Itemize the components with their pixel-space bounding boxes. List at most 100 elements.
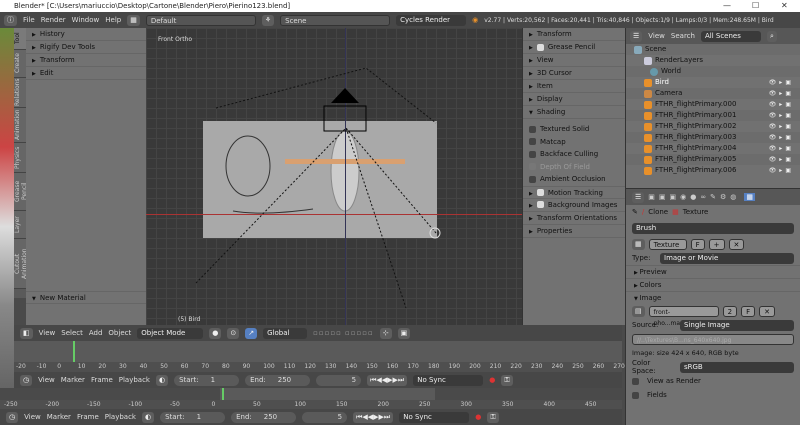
texture-context-label[interactable]: Texture [683,208,709,216]
timeline-area[interactable] [14,341,622,362]
n-section-display[interactable]: ▶ Display [523,93,625,106]
clone-label[interactable]: Clone [648,208,668,216]
layers-grid[interactable]: ▫▫▫▫▫ ▫▫▫▫▫ [313,329,374,337]
outliner-row[interactable]: FTHR_flightPrimary.005 👁▸▣ [626,154,800,165]
render-engine-select[interactable]: Cycles Render [396,14,467,26]
tab-cutout-animation[interactable]: Cutout Animation [14,239,28,289]
start-frame-field[interactable]: Start: 1 [160,411,226,423]
n-section-motion-tracking[interactable]: ▶ Motion Tracking [523,185,625,199]
editor-type-icon[interactable]: ⓘ [4,14,17,26]
n-section-view[interactable]: ▶ View [523,54,625,67]
outliner-row-camera[interactable]: Camera 👁▸▣ [626,88,800,99]
outliner-row[interactable]: FTHR_flightPrimary.000 👁▸▣ [626,99,800,110]
keying-icon[interactable]: ⚿ [501,374,513,386]
menu-playback[interactable]: Playback [105,413,136,421]
matcap-checkbox[interactable]: Matcap [523,136,625,149]
texture-tab-icon[interactable]: ▦ [744,193,756,201]
outliner-row-renderlayers[interactable]: RenderLayers [626,55,800,66]
menu-frame[interactable]: Frame [77,413,99,421]
transform-orientation-select[interactable]: Global [263,327,308,339]
image-users-count[interactable]: 2 [722,305,738,317]
close-button[interactable]: ✕ [781,0,788,12]
menu-object[interactable]: Object [108,329,131,337]
image-filepath-field[interactable]: //..\Textures\B...ns_640x640.jpg [632,333,794,345]
outliner-row[interactable]: FTHR_flightPrimary.003 👁▸▣ [626,132,800,143]
sync-select[interactable]: No Sync [399,411,470,423]
snap-icon[interactable]: ⊹ [379,327,392,339]
texture-browse-icon[interactable]: ▦ [632,238,645,250]
pivot-icon[interactable]: ⊙ [227,327,240,339]
outliner-view-menu[interactable]: View [648,32,665,40]
texture-type-select[interactable]: Image or Movie [660,252,794,264]
current-frame-field[interactable]: 5 [302,411,348,423]
manipulator-icon[interactable]: ↗ [245,327,258,339]
tab-physics[interactable]: Physics [14,143,26,173]
outliner-row-scene[interactable]: Scene [626,44,800,55]
image-browse-icon[interactable]: ▤ [632,305,645,317]
outliner-row-world[interactable]: World [626,66,800,77]
n-section-3d-cursor[interactable]: ▶ 3D Cursor [523,67,625,80]
menu-view[interactable]: View [24,413,41,421]
record-icon[interactable]: ● [489,376,495,384]
tab-animation[interactable]: Animation [14,108,26,143]
layout-icon[interactable]: ▦ [127,14,140,26]
menu-view[interactable]: View [39,329,56,337]
menu-add[interactable]: Add [89,329,103,337]
n-section-shading[interactable]: ▼ Shading [523,106,625,119]
panel-transform[interactable]: ▶ Transform [26,54,146,67]
source-select[interactable]: Single Image [680,319,794,331]
view-as-render-checkbox[interactable]: View as Render [626,374,800,388]
n-section-grease-pencil[interactable]: ▶ Grease Pencil [523,41,625,54]
ambient-occlusion-checkbox[interactable]: Ambient Occlusion [523,173,625,186]
current-frame-field[interactable]: 5 [316,374,362,386]
panel-rigify-dev-tools[interactable]: ▶ Rigify Dev Tools [26,41,146,54]
outliner-row[interactable]: FTHR_flightPrimary.002 👁▸▣ [626,121,800,132]
3d-viewport[interactable]: Front Ortho (5) Bird [146,28,522,325]
outliner-editor-icon[interactable]: ☰ [630,30,643,42]
menu-file[interactable]: File [23,16,35,24]
depth-of-field-checkbox[interactable]: Depth Of Field [523,161,625,174]
end-frame-field[interactable]: End: 250 [231,411,297,423]
fake-user-button[interactable]: F [690,238,705,250]
tab-create[interactable]: Create [14,50,26,78]
sync-select[interactable]: No Sync [413,374,484,386]
section-colors[interactable]: ▶ Colors [626,278,800,291]
scene-field[interactable]: Scene [280,14,391,26]
editor-type-timeline-icon[interactable]: ◷ [6,411,19,423]
minimize-button[interactable]: — [723,0,731,12]
backface-culling-checkbox[interactable]: Backface Culling [523,148,625,161]
menu-view[interactable]: View [38,376,55,384]
menu-marker[interactable]: Marker [47,413,71,421]
color-space-select[interactable]: sRGB [680,361,794,373]
editor-type-3d-icon[interactable]: ◧ [20,327,33,339]
outliner-row-bird[interactable]: Bird 👁▸▣ [626,77,800,88]
outliner-filter-select[interactable]: All Scenes [700,30,761,42]
section-preview[interactable]: ▶ Preview [626,265,800,278]
n-section-transform[interactable]: ▶ Transform [523,28,625,41]
editor-type-timeline-icon[interactable]: ◷ [20,374,33,386]
playback-controls[interactable]: ⏮◀◀▶▶⏭ [353,411,394,423]
tab-relations[interactable]: Relations [14,78,26,108]
keying-icon[interactable]: ⚿ [487,411,499,423]
brush-select[interactable]: Brush [632,222,794,234]
n-section-properties[interactable]: ▶ Properties [523,225,625,238]
texture-name-field[interactable]: Texture [648,238,687,250]
outliner-row[interactable]: FTHR_flightPrimary.004 👁▸▣ [626,143,800,154]
start-frame-field[interactable]: Start: 1 [174,374,240,386]
image-fake-user-button[interactable]: F [741,305,756,317]
timeline-ruler[interactable]: -20 -10 0 10 20 30 40 50 60 70 80 90 100 110 120 130 140… [14,362,625,372]
panel-edit[interactable]: ▶ Edit [26,67,146,80]
current-frame-indicator-2[interactable] [222,388,224,400]
panel-history[interactable]: ▶ History [26,28,146,41]
end-frame-field[interactable]: End: 250 [245,374,311,386]
image-name-field[interactable]: front-pho...madzona [648,305,719,327]
menu-playback[interactable]: Playback [119,376,150,384]
mode-select[interactable]: Object Mode [137,327,204,339]
playback-controls[interactable]: ⏮◀◀▶▶⏭ [367,374,408,386]
unlink-image-button[interactable]: ✕ [759,305,775,317]
preview-range-icon[interactable]: ◐ [155,374,169,386]
maximize-button[interactable]: ☐ [752,0,759,12]
outliner-search-menu[interactable]: Search [671,32,695,40]
layout-field[interactable]: Default [145,14,256,26]
textured-solid-checkbox[interactable]: Textured Solid [523,123,625,136]
